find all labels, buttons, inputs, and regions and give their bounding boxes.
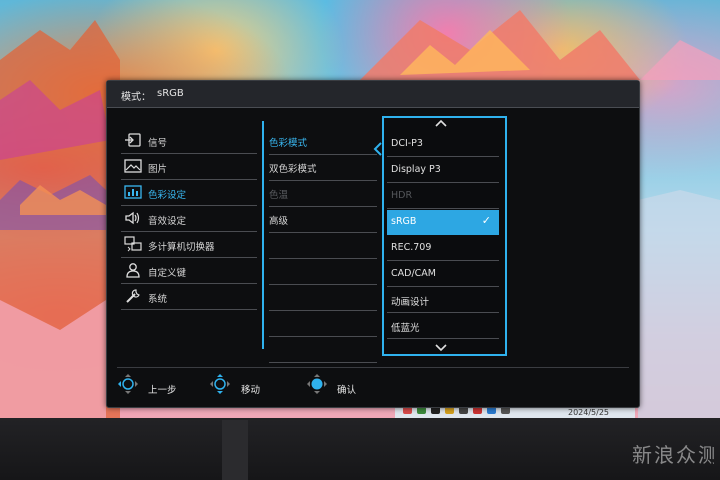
color-mode-option[interactable]: DCI-P3 bbox=[387, 132, 499, 157]
main-menu-item[interactable]: 自定义键 bbox=[121, 259, 257, 284]
color-mode-option-label: 动画设计 bbox=[391, 297, 430, 308]
dpad-left-icon bbox=[118, 374, 138, 394]
picture-icon bbox=[124, 158, 142, 174]
osd-header: 模式： sRGB bbox=[107, 81, 639, 108]
submenu-empty-row bbox=[269, 312, 377, 337]
color-mode-option[interactable]: Display P3 bbox=[387, 158, 499, 183]
color-mode-option-label: HDR bbox=[391, 190, 413, 201]
main-menu-item-label: 系统 bbox=[148, 294, 168, 305]
color-setting-icon bbox=[124, 184, 142, 200]
user-icon bbox=[124, 262, 142, 278]
column-divider bbox=[262, 121, 264, 349]
color-mode-option[interactable]: CAD/CAM bbox=[387, 262, 499, 287]
color-mode-option[interactable]: REC.709 bbox=[387, 236, 499, 261]
kvm-switch-icon bbox=[124, 236, 142, 252]
submenu-item-label: 双色彩模式 bbox=[269, 164, 317, 175]
osd-menu: 模式： sRGB 信号图片色彩设定音效设定多计算机切换器 自定义键系统 色彩模式双… bbox=[106, 80, 640, 408]
main-menu-item-label: 信号 bbox=[148, 138, 168, 149]
color-mode-option-label: DCI-P3 bbox=[391, 138, 423, 149]
color-mode-list: DCI-P3 Display P3 HDR sRGB ✓ REC.709 CAD/CAM 动画… bbox=[382, 116, 507, 356]
input-icon bbox=[124, 132, 142, 148]
main-menu-item[interactable]: 色彩设定 bbox=[121, 181, 257, 206]
submenu-item-label: 色彩模式 bbox=[269, 138, 308, 149]
color-mode-option-label: REC.709 bbox=[391, 242, 432, 253]
main-menu-item-label: 色彩设定 bbox=[148, 190, 187, 201]
color-mode-option[interactable]: 低蓝光 bbox=[387, 314, 499, 339]
main-menu-item-label: 图片 bbox=[148, 164, 168, 175]
svg-text:新浪众测: 新浪众测 bbox=[632, 443, 714, 467]
submenu-empty-row bbox=[269, 260, 377, 285]
checkmark-icon: ✓ bbox=[481, 214, 491, 227]
color-mode-option-label: Display P3 bbox=[391, 164, 441, 175]
mode-label: 模式： bbox=[121, 92, 151, 103]
submenu-item[interactable]: 色温 bbox=[269, 182, 377, 207]
color-mode-option[interactable]: sRGB ✓ bbox=[387, 210, 499, 235]
scroll-down-icon[interactable] bbox=[434, 342, 448, 352]
main-menu-item[interactable]: 信号 bbox=[121, 129, 257, 154]
color-mode-option[interactable]: 动画设计 bbox=[387, 288, 499, 313]
footer-move-label: 移动 bbox=[241, 385, 261, 396]
main-menu-item[interactable]: 图片 bbox=[121, 155, 257, 180]
main-menu-item[interactable]: 音效设定 bbox=[121, 207, 257, 232]
dpad-confirm-icon bbox=[307, 374, 327, 394]
main-menu-item-label: 多计算机切换器 bbox=[148, 242, 215, 253]
submenu-item[interactable]: 色彩模式 bbox=[269, 130, 377, 155]
taskbar-date: 2024/5/25 bbox=[568, 408, 610, 417]
color-mode-option-label: sRGB bbox=[391, 216, 417, 227]
footer-confirm-label: 确认 bbox=[337, 385, 357, 396]
footer-back-label: 上一步 bbox=[148, 385, 177, 396]
footer-divider bbox=[117, 367, 629, 368]
submenu-item-label: 高级 bbox=[269, 216, 289, 227]
dpad-move-icon bbox=[210, 374, 230, 394]
scroll-up-icon[interactable] bbox=[434, 119, 448, 129]
submenu-empty-row bbox=[269, 234, 377, 259]
monitor-stand bbox=[222, 420, 248, 480]
submenu-empty-row bbox=[269, 286, 377, 311]
color-mode-option-label: CAD/CAM bbox=[391, 268, 436, 279]
speaker-icon bbox=[124, 210, 142, 226]
color-mode-option-label: 低蓝光 bbox=[391, 323, 420, 334]
main-menu-item-label: 自定义键 bbox=[148, 268, 187, 279]
main-menu-item-label: 音效设定 bbox=[148, 216, 187, 227]
submenu-item-label: 色温 bbox=[269, 190, 289, 201]
main-menu-item[interactable]: 系统 bbox=[121, 285, 257, 310]
submenu-empty-row bbox=[269, 338, 377, 363]
main-menu-item[interactable]: 多计算机切换器 bbox=[121, 233, 257, 258]
color-mode-option[interactable]: HDR bbox=[387, 184, 499, 209]
monitor-bezel bbox=[0, 418, 720, 480]
mode-value: sRGB bbox=[157, 88, 184, 99]
submenu-item[interactable]: 高级 bbox=[269, 208, 377, 233]
submenu-item[interactable]: 双色彩模式 bbox=[269, 156, 377, 181]
watermark-logo: 新浪众测 bbox=[632, 434, 718, 474]
wrench-icon bbox=[124, 288, 142, 304]
